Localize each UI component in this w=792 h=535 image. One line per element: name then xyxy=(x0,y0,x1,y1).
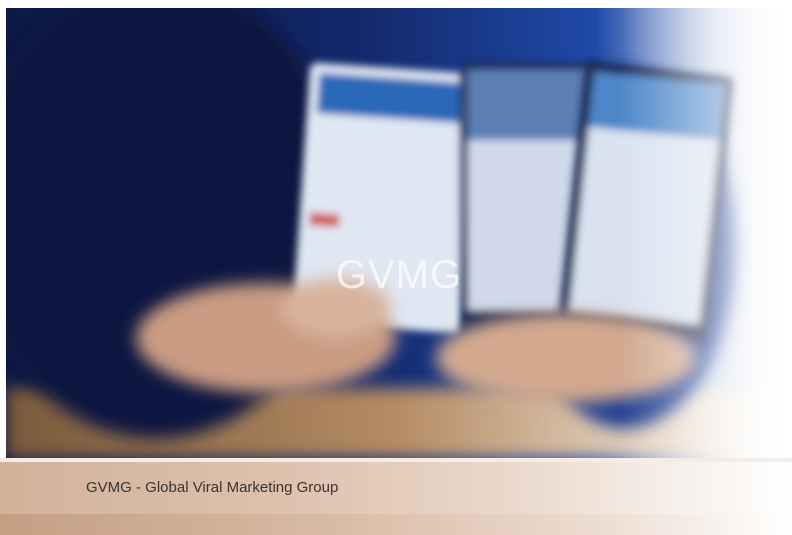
hero-image[interactable]: GVMG xyxy=(6,8,792,458)
caption-bar: GVMG - Global Viral Marketing Group xyxy=(0,462,792,514)
image-card[interactable]: GVMG GVMG - Global Viral Marketing Group xyxy=(0,0,792,535)
bottom-strip xyxy=(0,514,792,535)
hero-title: GVMG xyxy=(335,253,463,297)
caption-text: GVMG - Global Viral Marketing Group xyxy=(86,479,339,496)
blurred-phones-photo xyxy=(6,8,792,458)
